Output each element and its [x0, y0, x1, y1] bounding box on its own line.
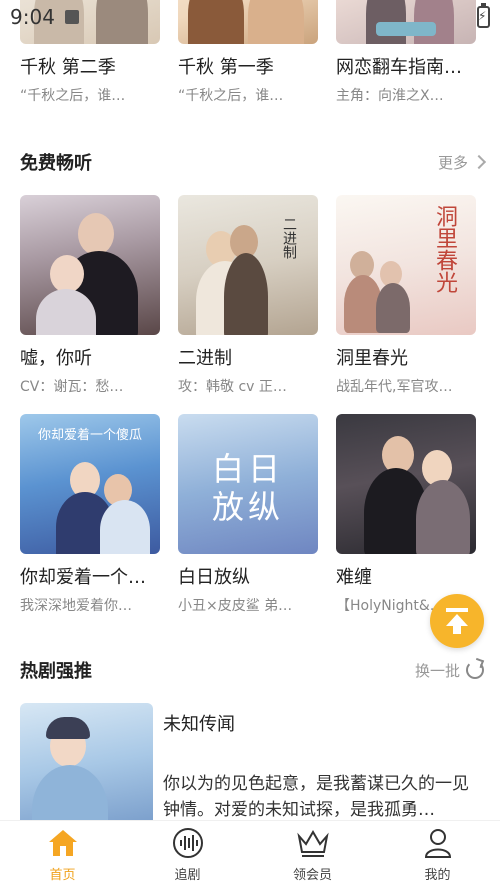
card-subtitle: 攻：韩敬 cv 正… — [178, 379, 287, 395]
tab-label: 首页 — [49, 868, 76, 883]
card-title: 洞里春光 — [336, 348, 408, 369]
status-left: 9:04 — [10, 5, 79, 29]
refresh-label: 换一批 — [414, 661, 460, 680]
refresh-icon — [466, 661, 484, 679]
tab-mine[interactable]: 我的 — [375, 826, 500, 883]
tab-label: 我的 — [424, 868, 451, 883]
refresh-button[interactable]: 换一批 — [415, 660, 484, 681]
card-free-4[interactable]: 你却爱着一个傻瓜 你却爱着一个… 我深深地爱着你… — [20, 414, 160, 616]
status-bar: 9:04 — [0, 0, 500, 34]
bottom-tab-bar: 首页 追剧 领会员 我的 — [0, 820, 500, 888]
cover-title-text: 你却爱着一个傻瓜 — [37, 428, 142, 443]
card-free-1[interactable]: 嘘，你听 CV：谢瓦：愁… — [20, 195, 160, 397]
arrow-up-icon — [446, 608, 468, 634]
card-subtitle: “千秋之后，谁… — [20, 88, 126, 104]
card-title: 难缠 — [336, 567, 372, 588]
cover-title-text: 白日放纵 — [211, 450, 284, 526]
card-free-5[interactable]: 白日放纵 白日放纵 小丑×皮皮鲨 弟… — [178, 414, 318, 616]
cover-title-text: 洞里春光 — [432, 205, 457, 293]
more-label: 更多 — [437, 153, 468, 172]
card-free-2[interactable]: 二进制 二进制 攻：韩敬 cv 正… — [178, 195, 318, 397]
card-cover: 二进制 — [178, 195, 318, 335]
featured-title: 未知传闻 — [163, 714, 235, 735]
notification-icon — [64, 10, 79, 24]
card-cover: 洞里春光 — [336, 195, 476, 335]
card-subtitle: CV：谢瓦：愁… — [20, 379, 124, 395]
card-title: 千秋 第一季 — [178, 57, 274, 78]
home-feed[interactable]: 千秋 第二季 “千秋之后，谁… 千秋 第一季 “千秋之后，谁… 网恋翻车指南… … — [0, 0, 500, 825]
tab-vip[interactable]: 领会员 — [250, 826, 375, 883]
chevron-right-icon — [471, 154, 487, 170]
card-subtitle: 主角：向淮之X… — [336, 88, 444, 104]
card-free-6[interactable]: 难缠 【HolyNight&… — [336, 414, 476, 616]
crown-icon — [296, 826, 330, 860]
card-cover — [336, 414, 476, 554]
card-subtitle: 我深深地爱着你… — [20, 598, 132, 614]
free-section-header: 免费畅听 更多 — [20, 147, 487, 177]
tab-follow[interactable]: 追剧 — [125, 826, 250, 883]
back-to-top-button[interactable] — [430, 594, 484, 648]
card-title: 你却爱着一个… — [20, 567, 146, 588]
hot-section-header: 热剧强推 换一批 — [20, 655, 484, 685]
card-subtitle: 战乱年代,军官攻… — [336, 379, 453, 395]
audio-wave-icon — [171, 826, 205, 860]
featured-item[interactable]: 未知传闻 你以为的见色起意，是我蓄谋已久的一见钟情。对爱的未知试探，是我孤勇… — [20, 703, 484, 825]
card-title: 二进制 — [178, 348, 232, 369]
card-title: 嘘，你听 — [20, 348, 92, 369]
featured-cover — [20, 703, 153, 825]
card-free-3[interactable]: 洞里春光 洞里春光 战乱年代,军官攻… — [336, 195, 476, 397]
more-link[interactable]: 更多 — [437, 152, 487, 173]
home-icon — [46, 826, 80, 860]
tab-label: 追剧 — [174, 868, 201, 883]
tab-label: 领会员 — [292, 868, 332, 883]
section-title: 热剧强推 — [20, 661, 92, 682]
status-time: 9:04 — [10, 5, 55, 29]
card-title: 千秋 第二季 — [20, 57, 116, 78]
tab-home[interactable]: 首页 — [0, 826, 125, 883]
section-title: 免费畅听 — [20, 153, 92, 174]
card-subtitle: 小丑×皮皮鲨 弟… — [178, 598, 293, 614]
card-cover — [20, 195, 160, 335]
card-title: 白日放纵 — [178, 567, 250, 588]
cover-title-text: 二进制 — [281, 217, 297, 259]
battery-icon — [477, 3, 490, 28]
featured-description: 你以为的见色起意，是我蓄谋已久的一见钟情。对爱的未知试探，是我孤勇… — [163, 774, 469, 820]
card-cover: 你却爱着一个傻瓜 — [20, 414, 160, 554]
card-cover: 白日放纵 — [178, 414, 318, 554]
card-subtitle: “千秋之后，谁… — [178, 88, 284, 104]
card-title: 网恋翻车指南… — [336, 57, 462, 78]
user-icon — [421, 826, 455, 860]
